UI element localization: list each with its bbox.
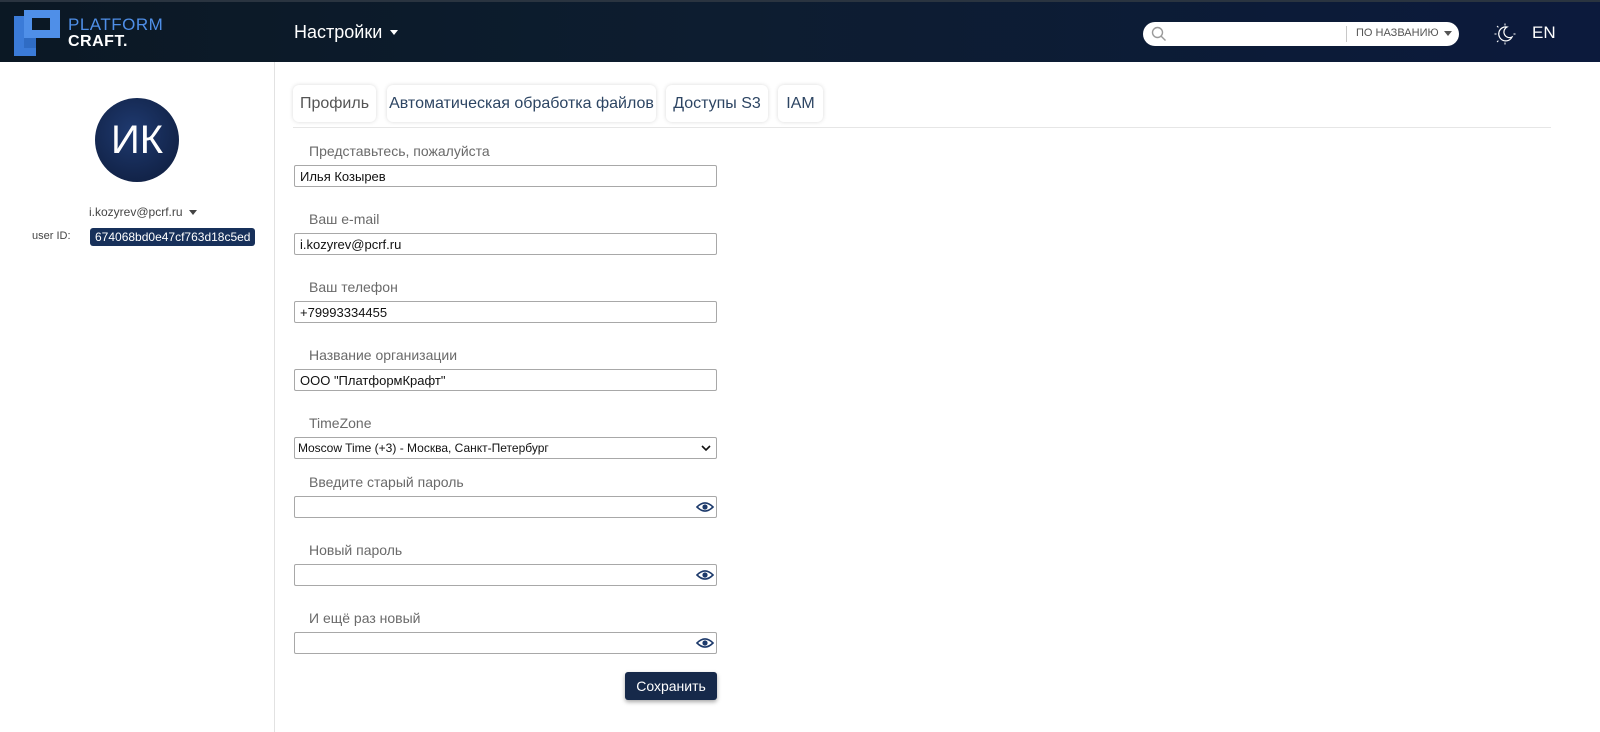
avatar: ИК [95, 98, 179, 182]
timezone-select[interactable]: Moscow Time (+3) - Москва, Санкт-Петербу… [294, 437, 717, 459]
chevron-down-icon [1443, 30, 1452, 36]
name-field[interactable] [294, 165, 717, 187]
user-sidebar: ИК i.kozyrev@pcrf.ru user ID: 674068bd0e… [0, 62, 275, 732]
organization-label: Название организации [309, 347, 458, 363]
old-password-field[interactable] [294, 496, 717, 518]
theme-toggle-icon[interactable] [1494, 23, 1516, 45]
chevron-down-icon [701, 444, 711, 451]
user-id-label: user ID: [32, 230, 71, 242]
user-email: i.kozyrev@pcrf.ru [89, 205, 183, 219]
platform-craft-logo[interactable]: PLATFORM CRAFT. [14, 8, 174, 58]
timezone-selected-value: Moscow Time (+3) - Москва, Санкт-Петербу… [298, 441, 549, 455]
chevron-down-icon [188, 209, 197, 215]
tab-s3-access[interactable]: Доступы S3 [666, 85, 768, 122]
logo-text-platform: PLATFORM [68, 15, 164, 34]
phone-label: Ваш телефон [309, 279, 398, 295]
repeat-password-label: И ещё раз новый [309, 610, 421, 626]
settings-dropdown[interactable]: Настройки [294, 22, 399, 43]
phone-field[interactable] [294, 301, 717, 323]
settings-label: Настройки [294, 22, 383, 42]
show-password-eye-icon[interactable] [696, 636, 714, 650]
top-navbar: PLATFORM CRAFT. Настройки ПО НАЗВАНИЮ EN [0, 0, 1600, 62]
repeat-password-wrapper [294, 632, 717, 654]
show-password-eye-icon[interactable] [696, 568, 714, 582]
language-switch-button[interactable]: EN [1532, 23, 1556, 43]
save-button[interactable]: Сохранить [625, 672, 717, 700]
new-password-label: Новый пароль [309, 542, 403, 558]
logo-mark-icon [14, 10, 60, 56]
timezone-label: TimeZone [309, 415, 372, 431]
search-box: ПО НАЗВАНИЮ [1143, 22, 1459, 46]
name-label: Представьтесь, пожалуйста [309, 143, 490, 159]
organization-field[interactable] [294, 369, 717, 391]
search-mode-dropdown[interactable]: ПО НАЗВАНИЮ [1356, 27, 1452, 39]
email-field[interactable] [294, 233, 717, 255]
new-password-field[interactable] [294, 564, 717, 586]
new-password-wrapper [294, 564, 717, 586]
chevron-down-icon [390, 30, 399, 35]
tab-iam[interactable]: IAM [778, 85, 823, 122]
tabs-divider [293, 127, 1551, 128]
user-id-badge[interactable]: 674068bd0e47cf763d18c5ed [90, 228, 256, 246]
tab-auto-file-processing[interactable]: Автоматическая обработка файлов [387, 85, 656, 122]
logo-text-craft: CRAFT. [68, 33, 128, 50]
show-password-eye-icon[interactable] [696, 500, 714, 514]
repeat-password-field[interactable] [294, 632, 717, 654]
user-email-dropdown[interactable]: i.kozyrev@pcrf.ru [89, 205, 197, 219]
search-mode-label: ПО НАЗВАНИЮ [1356, 27, 1439, 39]
search-divider [1346, 26, 1347, 42]
old-password-label: Введите старый пароль [309, 474, 464, 490]
search-icon [1151, 26, 1166, 41]
tab-profile[interactable]: Профиль [293, 85, 376, 122]
old-password-wrapper [294, 496, 717, 518]
email-label: Ваш e-mail [309, 211, 380, 227]
search-input[interactable] [1173, 24, 1347, 46]
